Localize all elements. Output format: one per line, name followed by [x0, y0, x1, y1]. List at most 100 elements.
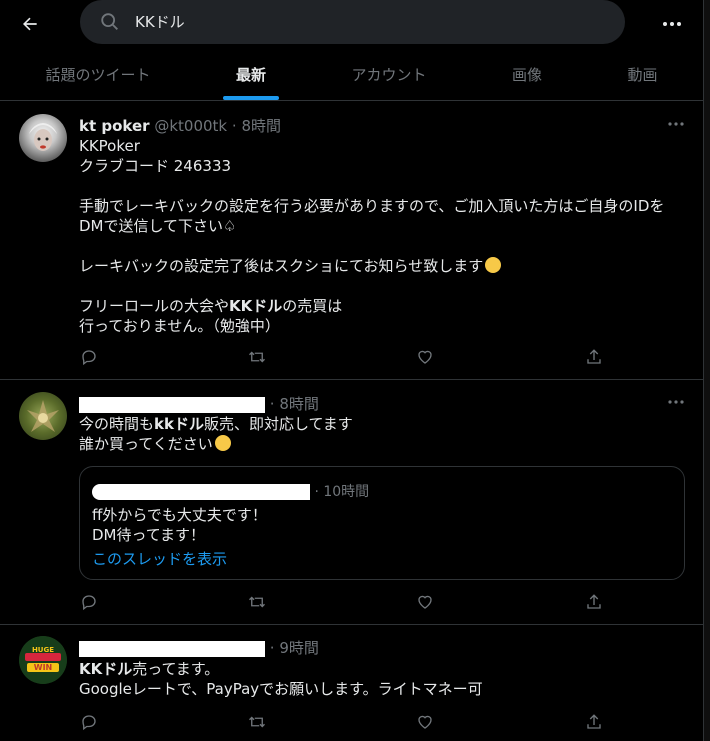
scrollbar[interactable]	[703, 0, 710, 741]
search-query: KKドル	[135, 13, 185, 31]
more-icon	[663, 22, 681, 26]
like-button[interactable]	[414, 346, 436, 368]
tweet-line-text: 誰か買ってください	[79, 435, 213, 453]
avatar[interactable]	[19, 114, 67, 162]
share-icon	[587, 349, 601, 364]
tweet-line: 今の時間もkkドル販売、即対応してます	[79, 414, 353, 434]
tweet[interactable]: · 8時間 今の時間もkkドル販売、即対応してます 誰か買ってください · 10…	[0, 380, 703, 625]
share-button[interactable]	[583, 711, 605, 733]
tweet-line: KKドル売ってます。	[79, 659, 483, 679]
avatar[interactable]: HUGE WIN	[19, 636, 67, 684]
tweet-line: DMで送信して下さい♤	[79, 217, 237, 235]
tweet-header: · 8時間	[79, 393, 319, 414]
back-arrow-icon	[23, 17, 37, 31]
display-name[interactable]: kt poker	[79, 117, 150, 135]
search-input[interactable]: KKドル	[80, 0, 625, 44]
quote-timestamp: 10時間	[323, 484, 370, 500]
search-tabs: 話題のツイート 最新 アカウント 画像 動画	[0, 48, 703, 101]
redacted-name	[79, 640, 265, 657]
timestamp[interactable]: 8時間	[241, 117, 281, 135]
tweet-text: KKドル売ってます。 Googleレートで、PayPayでお願いします。ライトマ…	[79, 659, 483, 699]
tab-label: 最新	[235, 65, 266, 84]
quoted-tweet[interactable]: · 10時間 ff外からでも大丈夫です！ DM待ってます！ このスレッドを表示	[79, 466, 685, 580]
retweet-button[interactable]	[246, 711, 268, 733]
tab-latest[interactable]: 最新	[196, 48, 306, 100]
tweet-actions	[78, 711, 608, 733]
retweet-icon	[249, 351, 265, 363]
avatar-image	[29, 123, 57, 151]
more-options-button[interactable]	[656, 8, 688, 40]
highlight-keyword: KKドル	[229, 297, 283, 315]
retweet-icon	[249, 716, 265, 728]
back-button[interactable]	[14, 8, 46, 40]
tweet-line: レーキバックの設定完了後はスクショにてお知らせ致します	[79, 256, 664, 276]
tweet-line: 手動でレーキバックの設定を行う必要がありますので、ご加入頂いた方はご自身のIDを	[79, 197, 665, 215]
reply-icon	[82, 595, 96, 611]
heart-icon	[418, 595, 432, 609]
quote-header: · 10時間	[92, 481, 369, 501]
tweet-line: クラブコード 246333	[79, 157, 232, 175]
huge-win-logo: HUGE WIN	[19, 636, 67, 684]
tweet-text: 今の時間もkkドル販売、即対応してます 誰か買ってください	[79, 414, 353, 454]
tab-label: 画像	[511, 65, 542, 84]
tab-label: 話題のツイート	[45, 65, 151, 84]
redacted-name	[92, 484, 310, 500]
timestamp[interactable]: 8時間	[279, 395, 319, 413]
tweet[interactable]: HUGE WIN · 9時間 KKドル売ってます。 Googleレートで、Pay…	[0, 625, 703, 741]
heart-icon	[418, 715, 432, 729]
timestamp[interactable]: 9時間	[279, 639, 319, 657]
share-icon	[587, 714, 601, 729]
highlight-keyword: KKドル	[79, 660, 133, 678]
avatar[interactable]	[19, 392, 67, 440]
more-icon	[668, 122, 684, 126]
tab-label: 動画	[627, 65, 658, 84]
tweet-line: 行っておりません。（勉強中）	[79, 317, 280, 335]
logo-text: HUGE	[32, 646, 54, 654]
handle[interactable]: @kt000tk	[154, 117, 227, 135]
quote-line: ff外からでも大丈夫です！	[92, 506, 267, 524]
tab-top[interactable]: 話題のツイート	[0, 48, 196, 100]
retweet-button[interactable]	[246, 346, 268, 368]
tweet-line-text: 販売、即対応してます	[203, 415, 353, 433]
tweet-more-button[interactable]	[662, 114, 690, 134]
tweet-line: Googleレートで、PayPayでお願いします。ライトマネー可	[79, 680, 483, 698]
tweet-more-button[interactable]	[662, 392, 690, 412]
reply-icon	[82, 350, 96, 366]
tweet-line: フリーロールの大会やKKドルの売買は	[79, 296, 664, 316]
tweet-header: · 9時間	[79, 637, 319, 658]
emoji-icon	[485, 257, 502, 273]
like-button[interactable]	[414, 711, 436, 733]
tweet-line-text: レーキバックの設定完了後はスクショにてお知らせ致します	[79, 257, 484, 275]
share-button[interactable]	[583, 591, 605, 613]
tweet[interactable]: kt poker @kt000tk · 8時間 KKPoker クラブコード 2…	[0, 101, 703, 380]
tab-people[interactable]: アカウント	[306, 48, 472, 100]
tweet-text: KKPoker クラブコード 246333 手動でレーキバックの設定を行う必要が…	[79, 136, 664, 336]
tweet-line-text: 今の時間も	[79, 415, 155, 433]
active-tab-indicator	[223, 96, 279, 100]
more-icon	[668, 400, 684, 404]
reply-button[interactable]	[78, 591, 100, 613]
heart-icon	[418, 350, 432, 364]
tweet-actions	[78, 346, 608, 368]
logo-text: WIN	[34, 663, 53, 672]
like-button[interactable]	[414, 591, 436, 613]
search-icon	[101, 13, 118, 30]
tweet-line-text: フリーロールの大会や	[79, 297, 230, 315]
retweet-icon	[249, 596, 265, 608]
retweet-button[interactable]	[246, 591, 268, 613]
tweet-line: KKPoker	[79, 137, 140, 155]
quote-text: ff外からでも大丈夫です！ DM待ってます！	[92, 505, 267, 545]
reply-icon	[82, 715, 96, 731]
show-thread-link[interactable]: このスレッドを表示	[92, 548, 227, 569]
quote-line: DM待ってます！	[92, 526, 205, 544]
tab-label: アカウント	[351, 65, 427, 84]
share-button[interactable]	[583, 346, 605, 368]
reply-button[interactable]	[78, 711, 100, 733]
reply-button[interactable]	[78, 346, 100, 368]
tweet-actions	[78, 591, 608, 613]
tab-videos[interactable]: 動画	[582, 48, 703, 100]
tab-photos[interactable]: 画像	[472, 48, 582, 100]
avatar-image	[27, 400, 59, 432]
tweet-line: 誰か買ってください	[79, 434, 353, 454]
tweet-line-text: 売ってます。	[132, 660, 220, 678]
